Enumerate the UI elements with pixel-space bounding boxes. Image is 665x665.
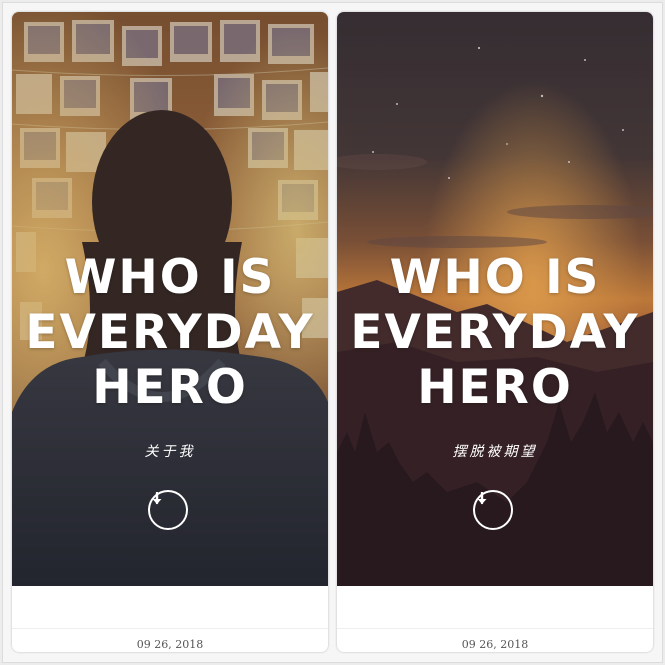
divider	[12, 628, 328, 629]
arrow-down-icon	[477, 492, 487, 505]
hero-headline: WHO IS EVERYDAY HERO	[12, 250, 328, 415]
headline-line-1: WHO IS	[64, 250, 276, 305]
arrow-down-icon	[152, 492, 162, 505]
post-card-left[interactable]: WHO IS EVERYDAY HERO 关于我 09 26, 2018	[12, 12, 328, 652]
scroll-down-button[interactable]	[148, 490, 188, 530]
hero-image-sunset: WHO IS EVERYDAY HERO 摆脱被期望	[337, 12, 653, 586]
headline-line-2: EVERYDAY	[350, 305, 640, 360]
headline-line-2: EVERYDAY	[25, 305, 315, 360]
hero-headline: WHO IS EVERYDAY HERO	[337, 250, 653, 415]
post-date: 09 26, 2018	[136, 638, 204, 651]
hero-image-photo-wall: WHO IS EVERYDAY HERO 关于我	[12, 12, 328, 586]
hero-subtitle: 关于我	[144, 444, 196, 460]
post-card-right[interactable]: WHO IS EVERYDAY HERO 摆脱被期望 09 26, 2018	[337, 12, 653, 652]
headline-line-3: HERO	[417, 360, 573, 415]
hero-subtitle: 摆脱被期望	[452, 444, 538, 460]
headline-line-1: WHO IS	[389, 250, 601, 305]
scroll-down-button[interactable]	[473, 490, 513, 530]
headline-line-3: HERO	[92, 360, 248, 415]
post-date: 09 26, 2018	[461, 638, 529, 651]
divider	[337, 628, 653, 629]
